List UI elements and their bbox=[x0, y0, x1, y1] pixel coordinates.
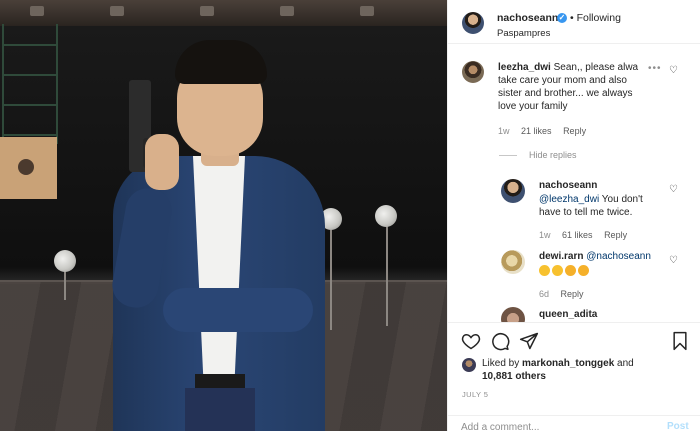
laugh-emoji-icon bbox=[552, 264, 563, 276]
comment-avatar[interactable] bbox=[462, 61, 484, 83]
photo-lamp bbox=[375, 205, 397, 227]
likes-prefix: Liked by bbox=[482, 358, 523, 369]
reply-body: have to tell me twice. bbox=[539, 207, 633, 218]
comments-list[interactable]: leezha_dwi Sean,, please alwa ••• ♡ take… bbox=[448, 45, 700, 322]
comment-body: sister and brother... we always bbox=[498, 88, 633, 99]
reply-button[interactable]: Reply bbox=[563, 126, 586, 136]
reply-username[interactable]: nachoseann bbox=[539, 180, 597, 191]
post-side-panel: nachoseann ✓ • Following Paspampres leez… bbox=[447, 0, 700, 431]
reply-text: dewi.rarn @nachoseann bbox=[539, 250, 679, 263]
post-date[interactable]: JULY 5 bbox=[462, 390, 488, 399]
reply-like-heart-icon[interactable]: ♡ bbox=[669, 185, 679, 195]
comment-body: take care your mom and also bbox=[498, 75, 627, 86]
comment-body: love your family bbox=[498, 101, 568, 112]
comment-body: Sean,, please alwa bbox=[553, 62, 639, 73]
share-icon[interactable] bbox=[519, 331, 539, 351]
comment-username[interactable]: leezha_dwi bbox=[498, 62, 551, 73]
hide-replies-button[interactable]: Hide replies bbox=[529, 150, 577, 160]
bookmark-icon[interactable] bbox=[670, 331, 690, 351]
reply-text: nachoseann bbox=[539, 179, 669, 192]
laugh-emoji-icon bbox=[539, 264, 550, 276]
likes-suffix: and bbox=[614, 358, 634, 369]
likes-others[interactable]: 10,881 others bbox=[482, 370, 546, 383]
photo-pole bbox=[386, 226, 388, 326]
photo-pole bbox=[64, 270, 66, 300]
reply-button[interactable]: Reply bbox=[561, 289, 584, 299]
reply-time[interactable]: 1w bbox=[539, 230, 551, 240]
post-header: nachoseann ✓ • Following Paspampres bbox=[448, 0, 700, 44]
post-location[interactable]: Paspampres bbox=[497, 28, 550, 39]
heart-eyes-emoji-icon bbox=[565, 264, 576, 276]
reply-mention[interactable]: @leezha_dwi bbox=[539, 194, 599, 205]
owner-avatar[interactable] bbox=[462, 12, 484, 34]
liker-username[interactable]: markonah_tonggek bbox=[522, 358, 614, 369]
add-comment-row: Post bbox=[448, 415, 700, 431]
owner-username[interactable]: nachoseann bbox=[497, 12, 558, 24]
comment-time[interactable]: 1w bbox=[498, 126, 510, 136]
following-button[interactable]: • Following bbox=[570, 12, 621, 24]
reply-avatar[interactable] bbox=[501, 179, 525, 203]
reply-meta: 6d Reply bbox=[539, 289, 593, 299]
reply-body-text: You don't bbox=[599, 194, 643, 205]
reply-meta: 1w 61 likes Reply bbox=[539, 230, 636, 240]
photo-person bbox=[105, 38, 335, 431]
reply-button[interactable]: Reply bbox=[604, 230, 627, 240]
comment-meta: 1w 21 likes Reply bbox=[498, 126, 595, 136]
verified-badge-icon: ✓ bbox=[557, 13, 567, 23]
reply-time[interactable]: 6d bbox=[539, 289, 549, 299]
reply-username[interactable]: dewi.rarn bbox=[539, 251, 583, 262]
reply-likes[interactable]: 61 likes bbox=[562, 230, 593, 240]
reply-mention[interactable]: @nachoseann bbox=[586, 251, 651, 262]
add-comment-input[interactable] bbox=[461, 422, 651, 431]
likes-summary: Liked by markonah_tonggek and bbox=[482, 357, 692, 370]
post-photo[interactable] bbox=[0, 0, 447, 431]
liker-avatar[interactable] bbox=[462, 358, 476, 372]
reply-text: queen_adita bbox=[539, 308, 669, 321]
comment-icon[interactable] bbox=[490, 331, 510, 351]
reply-like-heart-icon[interactable]: ♡ bbox=[669, 256, 679, 266]
heart-eyes-emoji-icon bbox=[578, 264, 589, 276]
post-actions: Liked by markonah_tonggek and 10,881 oth… bbox=[448, 322, 700, 431]
reply-avatar[interactable] bbox=[501, 250, 525, 274]
comment-options-icon[interactable]: ••• bbox=[648, 63, 662, 74]
comment-likes[interactable]: 21 likes bbox=[521, 126, 552, 136]
comment-like-heart-icon[interactable]: ♡ bbox=[669, 66, 679, 76]
reply-avatar[interactable] bbox=[501, 307, 525, 322]
reply-emojis bbox=[539, 264, 669, 277]
photo-ladder bbox=[2, 24, 58, 144]
heart-icon[interactable] bbox=[461, 331, 481, 351]
photo-ceiling bbox=[0, 0, 447, 26]
comment-text: leezha_dwi Sean,, please alwa bbox=[498, 61, 658, 74]
photo-lamp bbox=[54, 250, 76, 272]
post-comment-button[interactable]: Post bbox=[667, 421, 689, 431]
photo-target bbox=[0, 137, 57, 199]
reply-body: @leezha_dwi You don't bbox=[539, 193, 669, 206]
reply-username[interactable]: queen_adita bbox=[539, 309, 597, 320]
hide-replies-line bbox=[499, 155, 517, 156]
